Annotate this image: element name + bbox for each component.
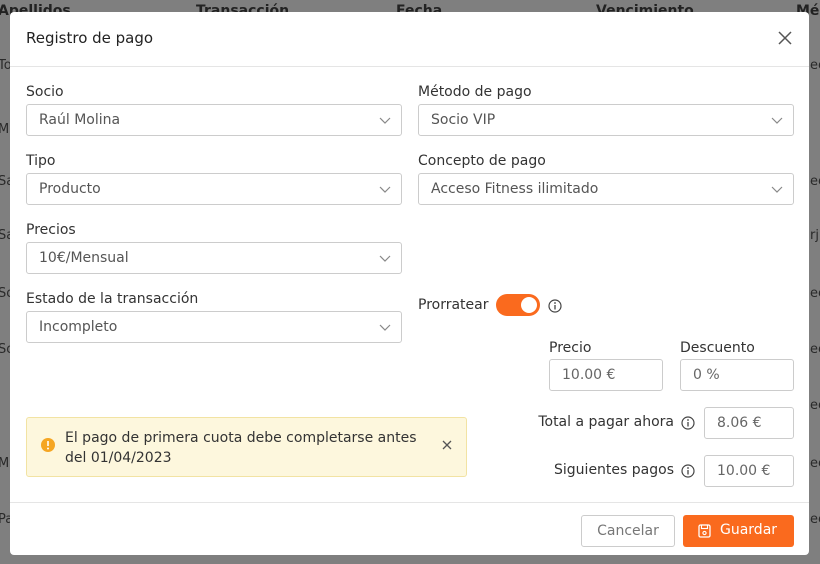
descuento-label: Descuento (680, 340, 755, 356)
estado-transaccion-label: Estado de la transacción (26, 291, 199, 307)
tipo-value: Producto (39, 181, 101, 197)
estado-transaccion-select[interactable]: Incompleto (26, 311, 402, 343)
payment-modal: Registro de pago Socio Raúl Molina Métod… (10, 12, 809, 555)
precios-label: Precios (26, 222, 76, 238)
modal-footer: Cancelar Guardar (10, 502, 809, 555)
info-icon[interactable] (681, 464, 695, 478)
precio-value: 10.00 € (562, 367, 616, 383)
siguientes-pagos-input[interactable]: 10.00 € (704, 455, 794, 487)
save-button[interactable]: Guardar (683, 515, 794, 547)
save-button-label: Guardar (720, 522, 778, 538)
precio-input[interactable]: 10.00 € (549, 359, 663, 391)
siguientes-pagos-value: 10.00 € (717, 463, 771, 479)
chevron-down-icon (379, 255, 391, 262)
close-icon (778, 31, 792, 45)
warning-alert: El pago de primera cuota debe completars… (26, 417, 467, 477)
info-icon[interactable] (681, 416, 695, 430)
siguientes-pagos-label: Siguientes pagos (554, 462, 674, 478)
chevron-down-icon (771, 186, 783, 193)
tipo-label: Tipo (26, 153, 56, 169)
estado-transaccion-value: Incompleto (39, 319, 118, 335)
modal-header: Registro de pago (10, 12, 809, 67)
precios-select[interactable]: 10€/Mensual (26, 242, 402, 274)
info-icon[interactable] (548, 299, 562, 313)
chevron-down-icon (379, 186, 391, 193)
save-icon (698, 524, 711, 538)
total-pagar-ahora-value: 8.06 € (717, 415, 762, 431)
precio-label: Precio (549, 340, 592, 356)
concepto-pago-label: Concepto de pago (418, 153, 546, 169)
metodo-pago-label: Método de pago (418, 84, 532, 100)
prorratear-label: Prorratear (418, 297, 489, 313)
precios-value: 10€/Mensual (39, 250, 129, 266)
toggle-knob (521, 297, 537, 313)
chevron-down-icon (379, 324, 391, 331)
chevron-down-icon (379, 117, 391, 124)
chevron-down-icon (771, 117, 783, 124)
close-icon[interactable] (442, 440, 452, 450)
metodo-pago-select[interactable]: Socio VIP (418, 104, 794, 136)
prorratear-toggle[interactable] (496, 294, 540, 316)
cancel-button[interactable]: Cancelar (581, 515, 675, 547)
concepto-pago-value: Acceso Fitness ilimitado (431, 181, 599, 197)
socio-value: Raúl Molina (39, 112, 121, 128)
warning-icon (41, 438, 55, 452)
modal-title: Registro de pago (26, 29, 154, 47)
total-pagar-ahora-input[interactable]: 8.06 € (704, 407, 794, 439)
total-pagar-ahora-label: Total a pagar ahora (538, 414, 674, 430)
alert-message: El pago de primera cuota debe completars… (65, 430, 417, 466)
close-button[interactable] (775, 28, 795, 48)
socio-label: Socio (26, 84, 64, 100)
descuento-value: 0 % (693, 367, 720, 383)
concepto-pago-select[interactable]: Acceso Fitness ilimitado (418, 173, 794, 205)
socio-select[interactable]: Raúl Molina (26, 104, 402, 136)
metodo-pago-value: Socio VIP (431, 112, 496, 128)
descuento-input[interactable]: 0 % (680, 359, 794, 391)
tipo-select[interactable]: Producto (26, 173, 402, 205)
